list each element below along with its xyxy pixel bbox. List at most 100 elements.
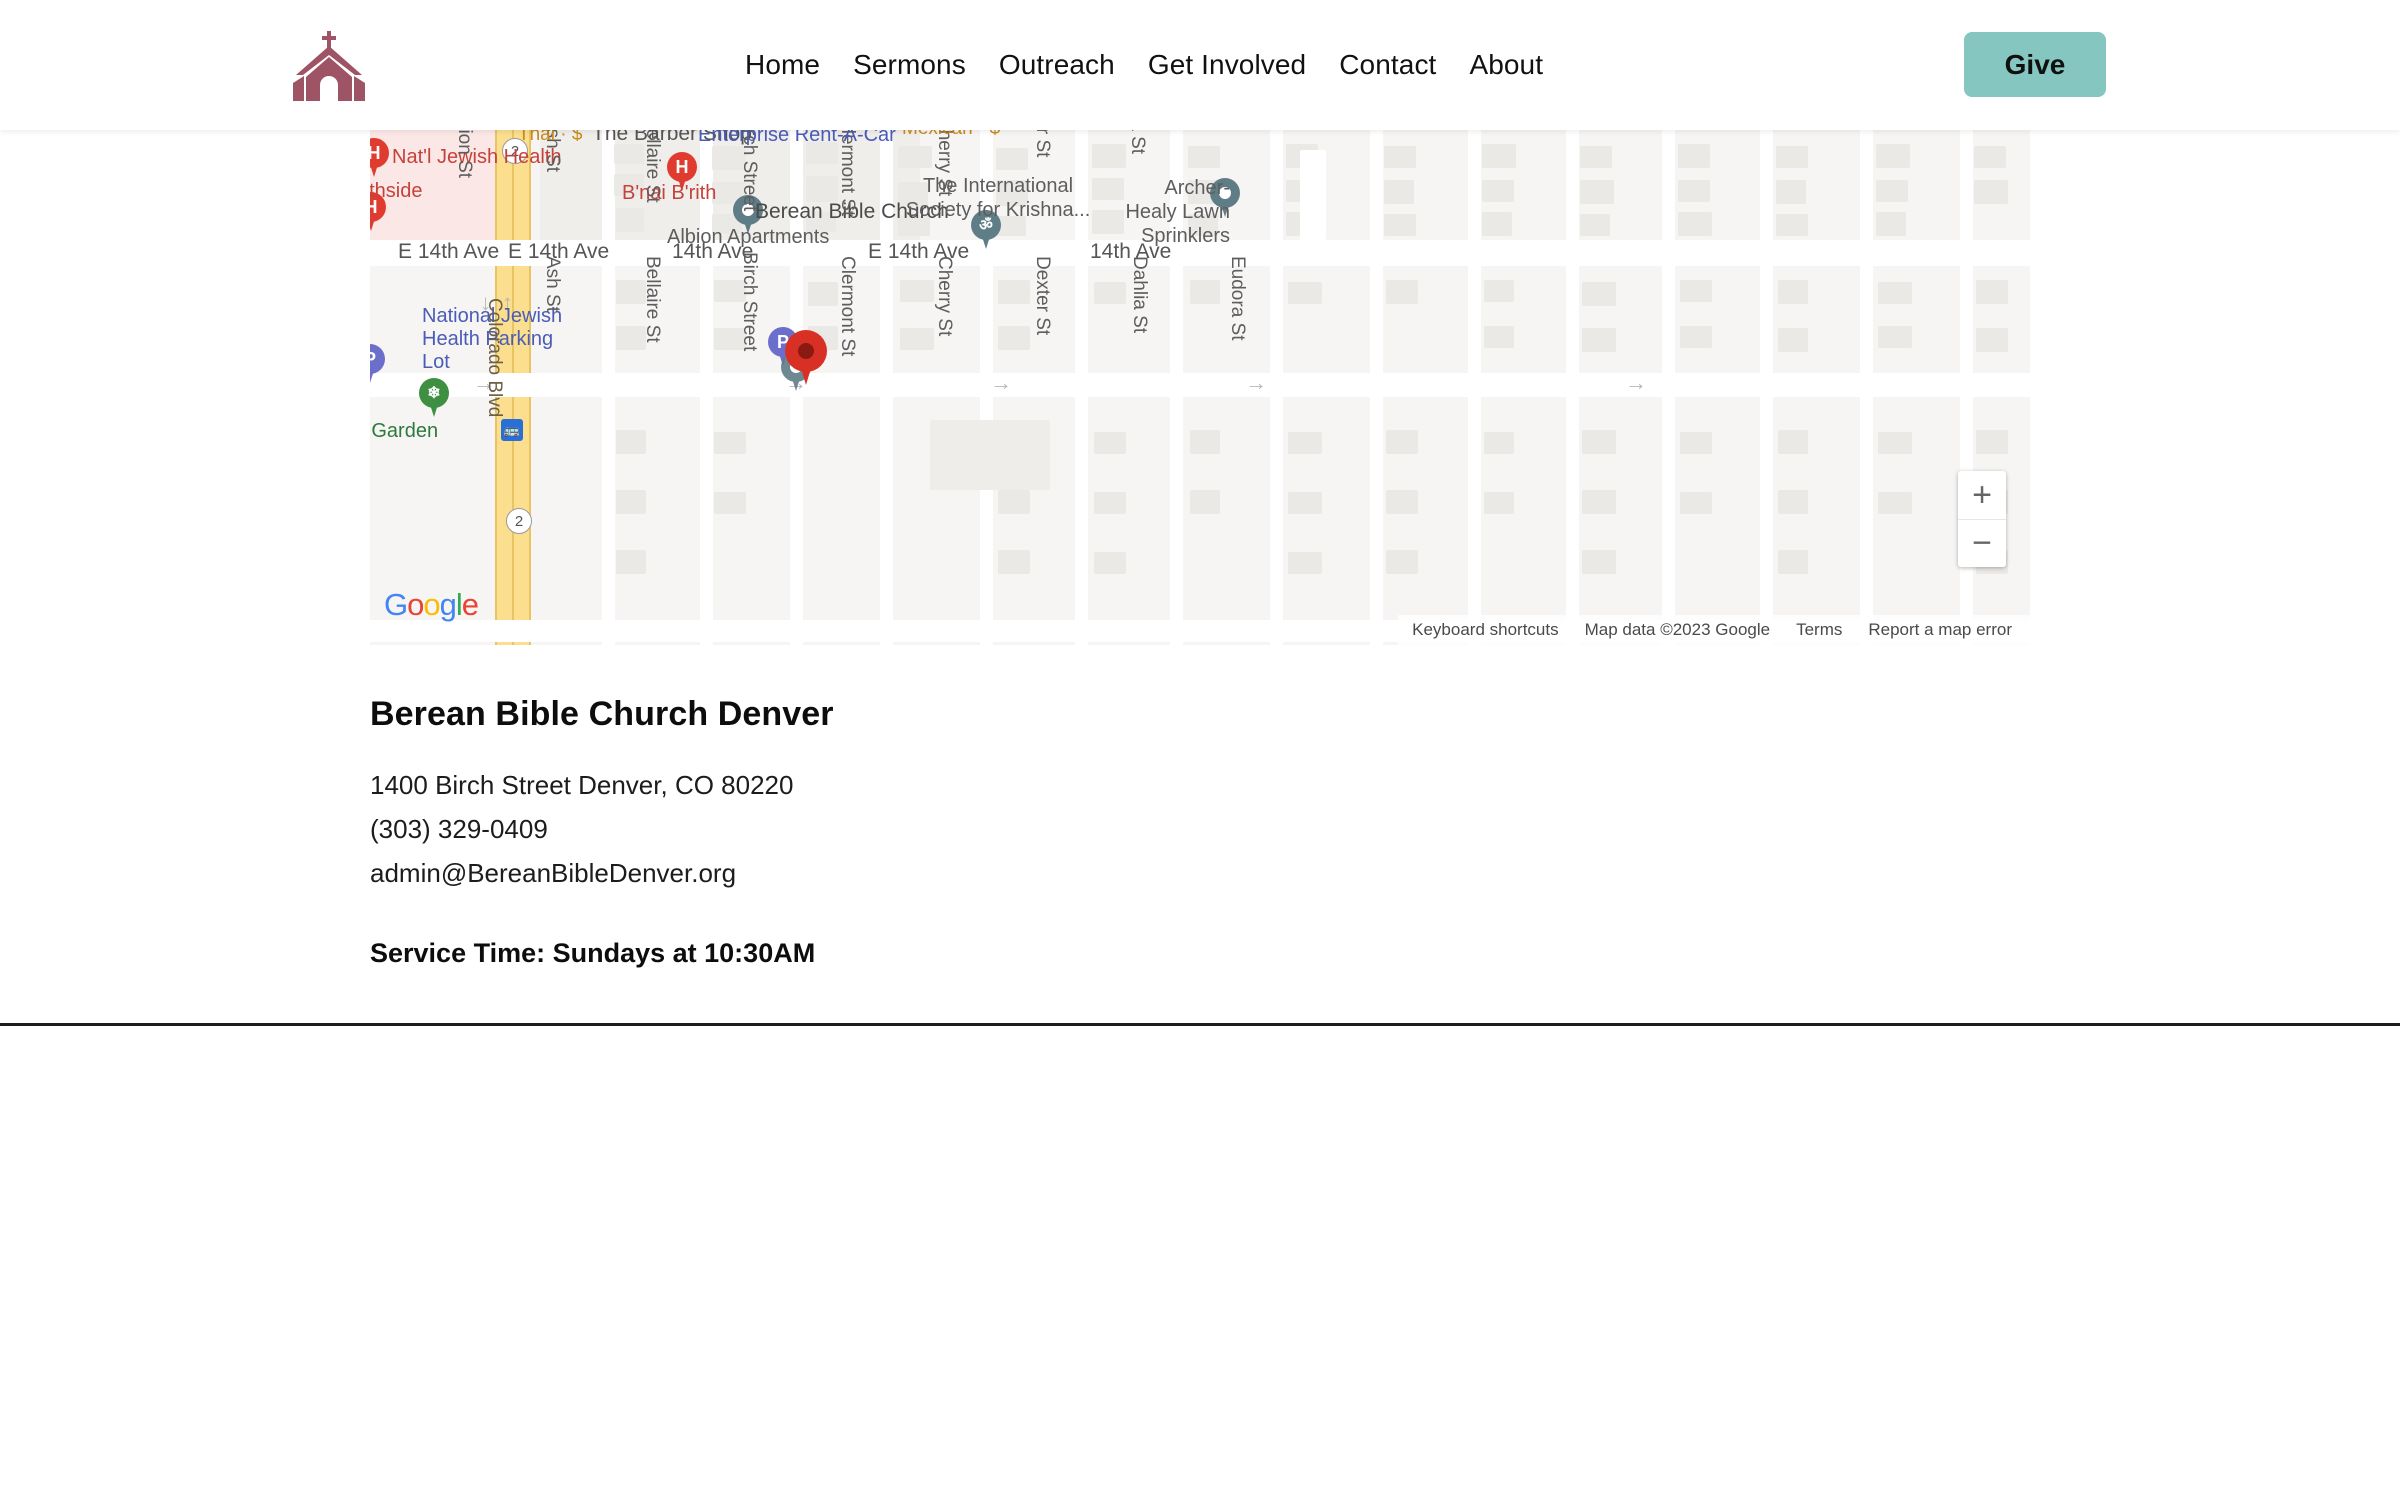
give-button[interactable]: Give	[1964, 32, 2106, 97]
map-building	[900, 328, 934, 350]
map-building	[1778, 490, 1808, 514]
map-building	[616, 490, 646, 514]
map-building	[1678, 144, 1710, 168]
map-label-archer-healy: Archer-Healy Lawn Sprinklers	[1125, 177, 1230, 247]
map-building	[1386, 430, 1418, 454]
map-building	[998, 326, 1030, 350]
map-street-vertical	[1468, 130, 1481, 645]
nav-item-get-involved[interactable]: Get Involved	[1148, 49, 1306, 81]
map-building	[1974, 180, 2008, 204]
map-building	[1680, 280, 1712, 302]
map-building	[1094, 432, 1126, 454]
map-label-krishna-society: The International Society for Krishna...	[905, 175, 1091, 221]
map-label-nat-jewish-health: Nat'l Jewish Health	[392, 146, 562, 168]
map-street-label: Cherry St	[934, 256, 955, 337]
site-logo[interactable]	[286, 27, 372, 105]
keyboard-shortcuts-link[interactable]: Keyboard shortcuts	[1412, 620, 1558, 640]
map-building	[1778, 550, 1808, 574]
bus-stop-icon: 🚌	[501, 419, 523, 441]
map-building	[714, 492, 746, 514]
nav-item-home[interactable]: Home	[745, 49, 820, 81]
map-street-label: Colorado Blvd	[484, 298, 505, 418]
map-building	[1288, 432, 1322, 454]
info-phone: (303) 329-0409	[370, 814, 548, 844]
map-building	[1678, 212, 1712, 236]
map-building	[1976, 328, 2008, 352]
map-building	[1384, 180, 1414, 204]
nav-item-contact[interactable]: Contact	[1339, 49, 1436, 81]
map-building	[1878, 282, 1912, 304]
map-street-vertical	[1370, 130, 1383, 645]
site-footer: 1400 Birch Street Denver, CO 80220 (303)…	[0, 1026, 2400, 1500]
map-building	[1384, 214, 1416, 236]
map-pin-nat-jewish-health[interactable]: H	[370, 138, 389, 178]
google-logo-letter: G	[384, 587, 408, 622]
location-map[interactable]: 2 2 ↓ ↑ → → → → → 🚌 H Nat'l Jewish Healt…	[370, 130, 2030, 645]
map-building	[1188, 146, 1220, 168]
map-street-label: Bellaire St	[642, 256, 663, 343]
map-building	[1974, 146, 2006, 168]
map-building	[1680, 432, 1712, 454]
map-building	[900, 280, 934, 302]
map-building	[1680, 492, 1712, 514]
map-building	[1288, 552, 1322, 574]
map-building	[1876, 212, 1906, 236]
map-street-label: Eudora St	[1227, 256, 1248, 341]
map-building-large	[930, 420, 1050, 490]
map-street-vertical	[700, 130, 713, 645]
report-map-error-link[interactable]: Report a map error	[1868, 620, 2012, 640]
map-building	[1878, 432, 1912, 454]
map-building	[1482, 144, 1516, 168]
map-label-thai: Thai · $	[518, 130, 583, 145]
map-building	[1876, 144, 1910, 168]
map-data-copyright: Map data ©2023 Google	[1584, 620, 1771, 639]
map-building	[714, 432, 746, 454]
map-building	[616, 550, 646, 574]
map-label-southside: uthside	[370, 180, 423, 202]
nav-item-about[interactable]: About	[1469, 49, 1543, 81]
map-street-vertical	[1662, 130, 1675, 645]
map-building	[1976, 430, 2008, 454]
map-pin-community-garden[interactable]: ❄	[419, 378, 449, 418]
map-street-vertical	[1960, 130, 1973, 645]
map-building	[1776, 180, 1806, 204]
map-label-bnai-brith: B'nai B'rith	[622, 182, 717, 204]
map-building	[1778, 280, 1808, 304]
map-building	[806, 176, 838, 202]
map-building	[1680, 326, 1712, 348]
map-canvas: 2 2 ↓ ↑ → → → → → 🚌 H Nat'l Jewish Healt…	[370, 130, 2030, 645]
terms-link[interactable]: Terms	[1796, 620, 1842, 640]
church-info: Berean Bible Church Denver 1400 Birch St…	[370, 695, 834, 969]
map-pin-berean-bible-church[interactable]	[785, 330, 827, 386]
map-zoom-in-button[interactable]: +	[1958, 471, 2006, 520]
map-street-label: Birch Street	[739, 252, 760, 352]
map-street-label: ter St	[1032, 130, 1053, 158]
google-logo[interactable]: Google	[384, 587, 479, 623]
page-root: Home Sermons Outreach Get Involved Conta…	[0, 0, 2400, 1500]
map-label-enterprise: Enterprise Rent-A-Car	[698, 130, 896, 146]
map-building	[1484, 280, 1514, 302]
nav-item-outreach[interactable]: Outreach	[999, 49, 1115, 81]
map-building	[1976, 280, 2008, 304]
map-building	[1288, 492, 1322, 514]
map-building	[1482, 180, 1514, 202]
map-zoom-controls[interactable]: + −	[1958, 471, 2006, 567]
map-building	[808, 282, 838, 306]
map-pin-parking[interactable]: P	[370, 344, 385, 384]
map-street-vertical	[1566, 130, 1579, 645]
map-building	[1580, 214, 1610, 236]
map-building	[1288, 282, 1322, 304]
map-building	[1386, 550, 1418, 574]
map-building	[1878, 492, 1912, 514]
google-logo-letter: e	[461, 587, 479, 622]
map-building	[1582, 490, 1616, 514]
map-building	[1580, 180, 1614, 204]
map-building	[1386, 490, 1418, 514]
map-zoom-out-button[interactable]: −	[1958, 520, 2006, 568]
nav-item-sermons[interactable]: Sermons	[853, 49, 966, 81]
map-attribution: Keyboard shortcuts Map data ©2023 Google…	[1398, 615, 2030, 645]
map-building	[1582, 282, 1616, 306]
map-building	[1094, 282, 1126, 304]
map-building	[1678, 180, 1710, 202]
map-building-large	[1300, 150, 1326, 240]
